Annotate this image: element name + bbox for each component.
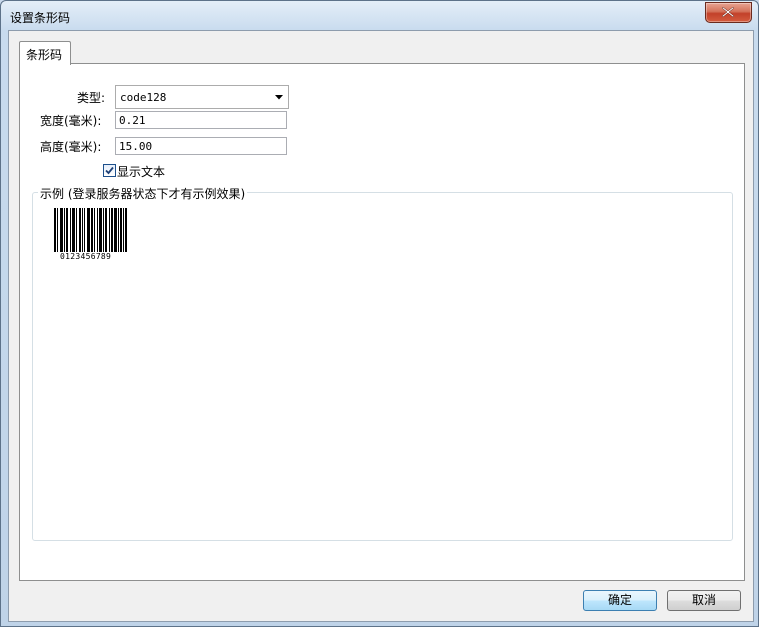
- close-icon: [722, 7, 734, 17]
- tab-panel: 类型: code128 宽度(毫米): 0.21 高度(毫米): 15.00 显…: [19, 63, 745, 581]
- height-field[interactable]: 15.00: [115, 137, 287, 155]
- tab-label: 条形码: [26, 48, 63, 62]
- barcode-text: 0123456789: [60, 252, 112, 261]
- type-select[interactable]: code128: [115, 85, 289, 109]
- cancel-button[interactable]: 取消: [667, 590, 741, 611]
- preview-group-title: 示例 (登录服务器状态下才有示例效果): [38, 185, 248, 202]
- type-select-value: code128: [120, 91, 167, 104]
- show-text-checkbox[interactable]: [103, 164, 116, 177]
- chevron-down-icon: [275, 95, 283, 100]
- check-icon: [105, 166, 114, 175]
- preview-group: [32, 192, 733, 541]
- width-label: 宽度(毫米):: [40, 114, 102, 128]
- type-label: 类型:: [77, 91, 106, 105]
- width-field[interactable]: 0.21: [115, 111, 287, 129]
- tab-barcode[interactable]: 条形码: [19, 41, 71, 65]
- show-text-label[interactable]: 显示文本: [117, 163, 165, 180]
- height-label: 高度(毫米):: [40, 140, 102, 154]
- window-title: 设置条形码: [10, 11, 71, 25]
- ok-button[interactable]: 确定: [583, 590, 657, 611]
- barcode-image: [54, 208, 127, 252]
- dialog-client-area: 条形码 类型: code128 宽度(毫米): 0.21 高度(毫米): 15.…: [8, 30, 754, 622]
- close-button[interactable]: [705, 2, 752, 23]
- title-bar[interactable]: 设置条形码: [1, 1, 758, 31]
- dialog-window: 设置条形码 条形码 类型: code128 宽度(毫米): 0.21 高度(毫米…: [0, 0, 759, 627]
